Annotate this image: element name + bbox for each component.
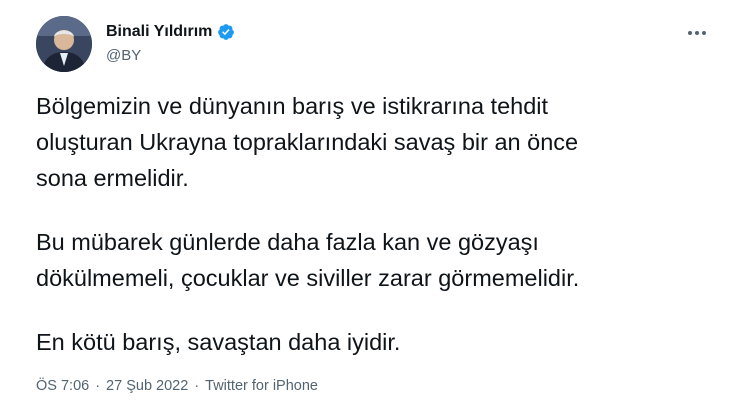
meta-separator: · bbox=[194, 378, 200, 394]
tweet-time[interactable]: ÖS 7:06 bbox=[36, 378, 89, 394]
more-horizontal-icon[interactable] bbox=[680, 22, 714, 44]
tweet-paragraph: En kötü barış, savaştan daha iyidir. bbox=[36, 324, 706, 360]
tweet-line: Bu mübarek günlerde daha fazla kan ve gö… bbox=[36, 229, 539, 255]
avatar-photo-icon bbox=[36, 16, 92, 72]
tweet-line: oluşturan Ukrayna topraklarındaki savaş … bbox=[36, 129, 579, 155]
tweet-meta: ÖS 7:06 · 27 Şub 2022 · Twitter for iPho… bbox=[36, 378, 318, 394]
tweet-line: En kötü barış, savaştan daha iyidir. bbox=[36, 329, 401, 355]
tweet-date[interactable]: 27 Şub 2022 bbox=[106, 378, 188, 394]
tweet-card: Binali Yıldırım @BY Bölgemizin ve dünyan… bbox=[0, 0, 740, 410]
tweet-paragraph: Bu mübarek günlerde daha fazla kan ve gö… bbox=[36, 224, 706, 296]
tweet-paragraph: Bölgemizin ve dünyanın barış ve istikrar… bbox=[36, 88, 706, 196]
tweet-line: Bölgemizin ve dünyanın barış ve istikrar… bbox=[36, 93, 549, 119]
author-name-row[interactable]: Binali Yıldırım bbox=[106, 23, 235, 41]
tweet-text: Bölgemizin ve dünyanın barış ve istikrar… bbox=[36, 88, 706, 360]
verified-badge-icon bbox=[217, 23, 235, 41]
tweet-source[interactable]: Twitter for iPhone bbox=[205, 378, 318, 394]
avatar[interactable] bbox=[36, 16, 92, 72]
meta-separator: · bbox=[95, 378, 101, 394]
tweet-line: dökülmemeli, çocuklar ve siviller zarar … bbox=[36, 265, 580, 291]
tweet-line: sona ermelidir. bbox=[36, 165, 189, 191]
handle[interactable]: @BY bbox=[106, 47, 141, 64]
display-name[interactable]: Binali Yıldırım bbox=[106, 23, 212, 41]
